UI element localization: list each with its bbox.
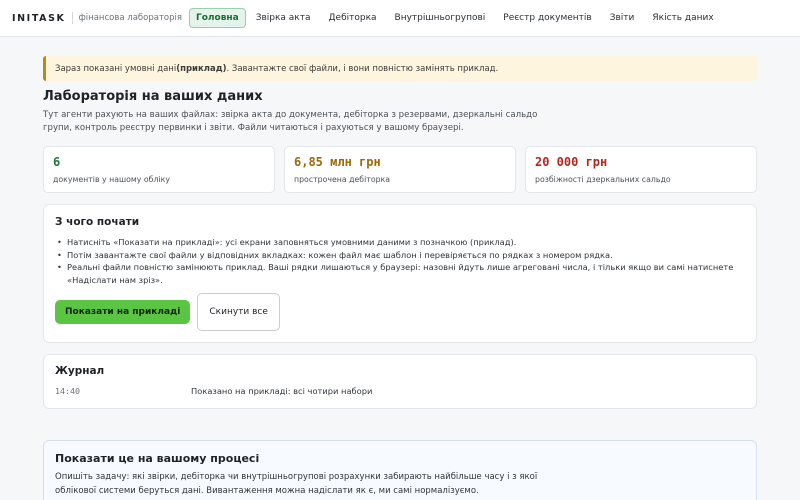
- page-description: Тут агенти рахують на ваших файлах: звір…: [43, 110, 538, 133]
- journal-entry: 14:40 Показано на прикладі: всі чотири н…: [55, 386, 745, 396]
- list-item: Натисніть «Показати на прикладі»: усі ек…: [55, 236, 745, 249]
- nav-tab-intragroup[interactable]: Внутрішньогрупові: [387, 8, 494, 28]
- process-title: Показати це на вашому процесі: [55, 452, 260, 465]
- stat-label-mirror-balance-diff: розбіжності дзеркальних сальдо: [535, 175, 671, 184]
- notice-text-bold: (приклад): [176, 63, 227, 74]
- notice-text-after: . Завантажте свої файли, і вони повністю…: [226, 63, 499, 74]
- brand-subtitle: фінансова лабораторія: [71, 12, 182, 24]
- nav-tab-receivables[interactable]: Дебіторка: [321, 8, 385, 28]
- nav-tab-act-reconciliation[interactable]: Звірка акта: [248, 8, 319, 28]
- stat-card-mirror-balance-diff: 20 000 грн розбіжності дзеркальних сальд…: [525, 146, 757, 193]
- getting-started-card: З чого почати Натисніть «Показати на при…: [43, 204, 757, 343]
- journal-card: Журнал 14:40 Показано на прикладі: всі ч…: [43, 354, 757, 409]
- process-description: Опишіть задачу: які звірки, дебіторка чи…: [55, 472, 538, 496]
- stat-value-overdue-receivables: 6,85 млн грн: [294, 155, 381, 169]
- notice-text-before: Зараз показані умовні дані: [55, 63, 177, 74]
- stat-card-overdue-receivables: 6,85 млн грн прострочена дебіторка: [284, 146, 516, 193]
- nav-tab-home[interactable]: Головна: [189, 8, 246, 28]
- main-content: Зараз показані умовні дані (приклад). За…: [43, 56, 757, 500]
- nav-tab-data-quality[interactable]: Якість даних: [644, 8, 721, 28]
- stat-value-documents: 6: [53, 155, 61, 169]
- journal-entry-text: Показано на прикладі: всі чотири набори: [191, 386, 373, 396]
- stat-label-overdue-receivables: прострочена дебіторка: [294, 175, 391, 184]
- stats-row: 6 документів у нашому обліку 6,85 млн гр…: [43, 146, 757, 193]
- nav-tab-reports[interactable]: Звіти: [602, 8, 643, 28]
- list-item: Реальні файли повністю замінюють приклад…: [55, 261, 745, 286]
- top-navigation-bar: INITASK фінансова лабораторія Головна Зв…: [0, 0, 800, 37]
- brand-logo[interactable]: INITASK: [12, 13, 66, 24]
- sample-data-notice: Зараз показані умовні дані (приклад). За…: [43, 56, 757, 81]
- stat-value-mirror-balance-diff: 20 000 грн: [535, 155, 608, 169]
- main-nav: Головна Звірка акта Дебіторка Внутрішньо…: [189, 8, 724, 28]
- getting-started-steps: Натисніть «Показати на прикладі»: усі ек…: [55, 236, 745, 286]
- stat-label-documents: документів у нашому обліку: [53, 175, 170, 184]
- list-item: Потім завантажте свої файли у відповідни…: [55, 249, 745, 262]
- page-title: Лабораторія на ваших даних: [43, 89, 263, 104]
- getting-started-title: З чого почати: [55, 216, 140, 228]
- show-example-button[interactable]: Показати на прикладі: [55, 300, 191, 325]
- journal-entry-time: 14:40: [55, 386, 80, 396]
- process-card: Показати це на вашому процесі Опишіть за…: [43, 440, 757, 500]
- nav-tab-document-registry[interactable]: Реєстр документів: [495, 8, 599, 28]
- getting-started-actions: Показати на прикладі Скинути все: [55, 293, 745, 332]
- reset-all-button[interactable]: Скинути все: [197, 293, 280, 332]
- journal-title: Журнал: [55, 365, 105, 377]
- stat-card-documents: 6 документів у нашому обліку: [43, 146, 275, 193]
